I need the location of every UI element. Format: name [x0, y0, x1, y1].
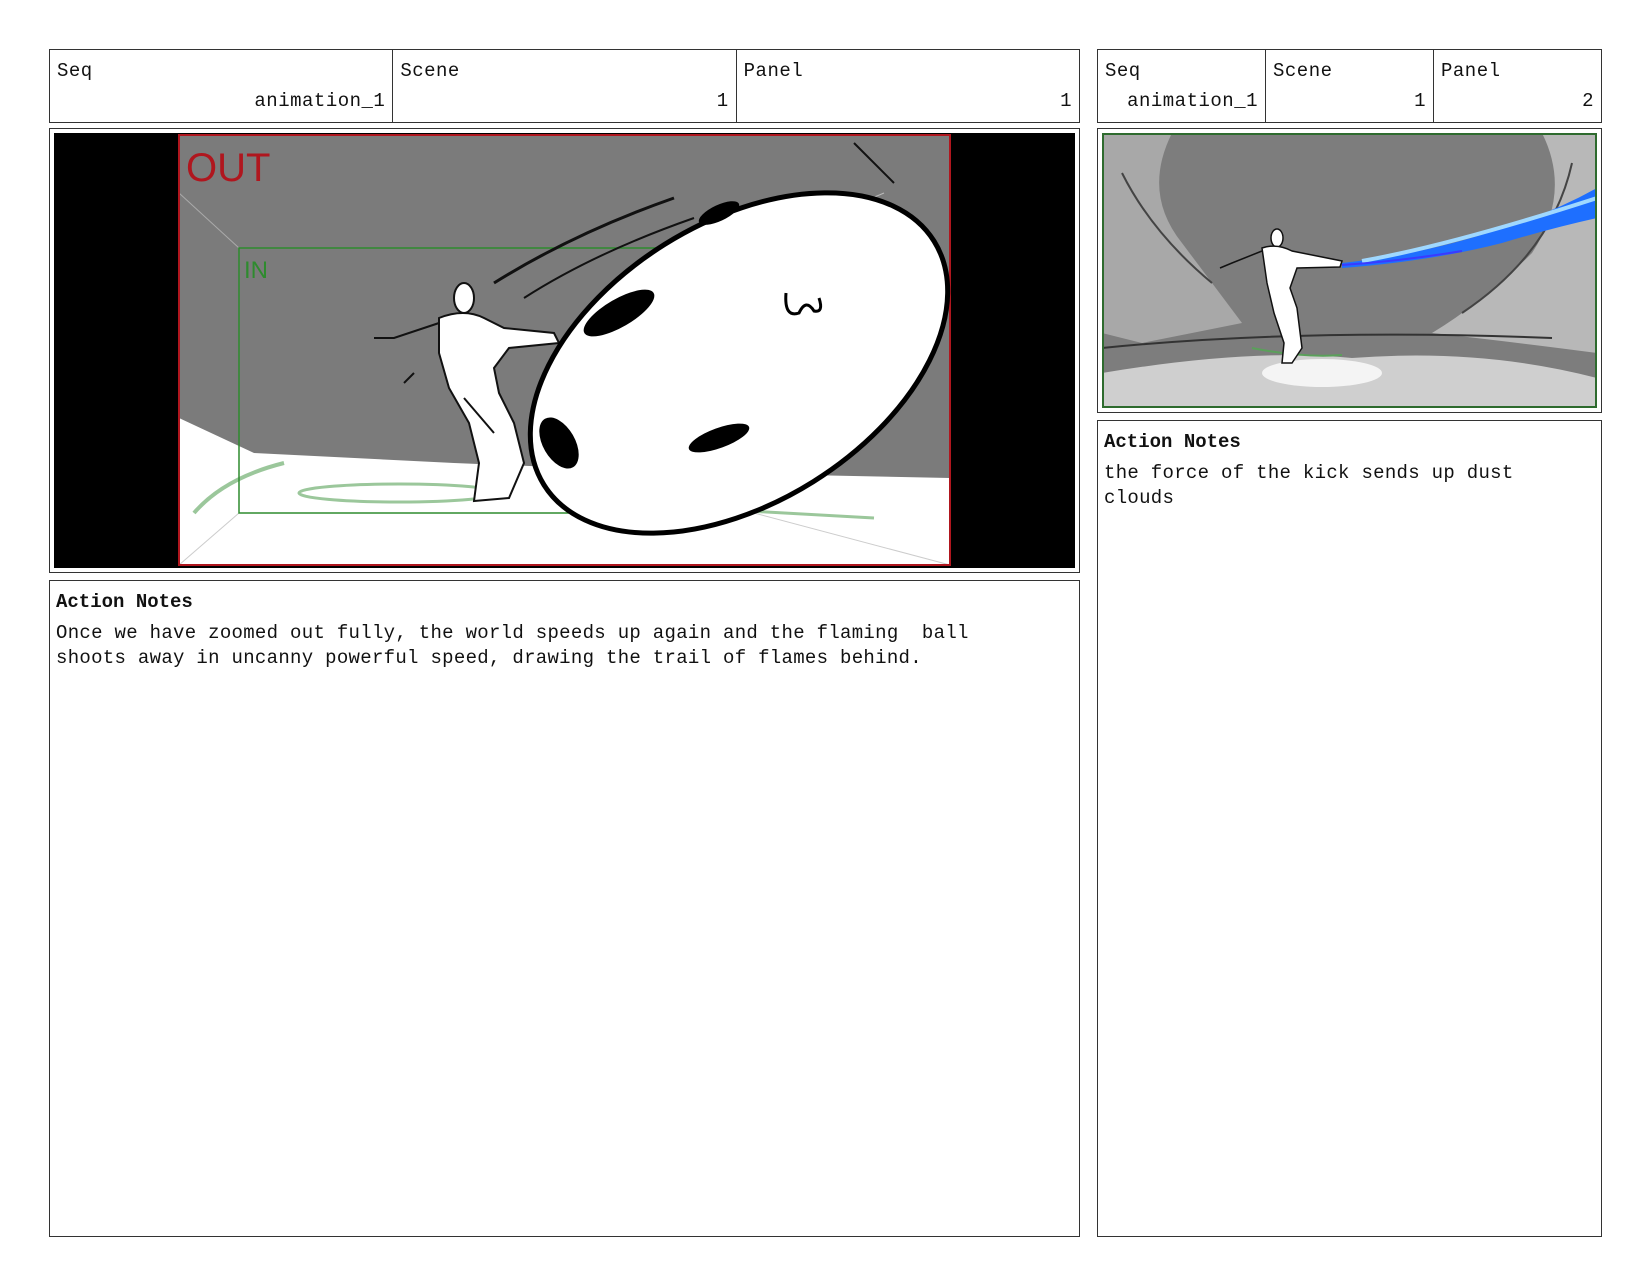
scene-label: Scene — [400, 60, 460, 82]
panel-1-notes: Action Notes Once we have zoomed out ful… — [49, 580, 1080, 1237]
panel-cell: Panel 2 — [1434, 50, 1601, 122]
action-notes-title: Action Notes — [56, 591, 193, 613]
seq-cell: Seq animation_1 — [50, 50, 394, 122]
scene-label: Scene — [1273, 60, 1333, 82]
panel-2-sketch — [1102, 133, 1597, 408]
scene-value: 1 — [1414, 90, 1426, 112]
seq-label: Seq — [1105, 60, 1141, 82]
panel-cell: Panel 1 — [737, 50, 1079, 122]
seq-label: Seq — [57, 60, 93, 82]
scene-cell: Scene 1 — [1266, 50, 1434, 122]
scene-cell: Scene 1 — [393, 50, 737, 122]
panel-value: 1 — [1060, 90, 1072, 112]
panel-2-notes: Action Notes the force of the kick sends… — [1097, 420, 1602, 1237]
panel-1-sketch: OUT IN — [54, 133, 1075, 568]
action-notes-text: Once we have zoomed out fully, the world… — [56, 622, 969, 669]
panel-1-header: Seq animation_1 Scene 1 Panel 1 — [49, 49, 1080, 123]
panel-2-image-frame — [1097, 128, 1602, 413]
action-notes-text: the force of the kick sends up dust clou… — [1104, 462, 1514, 509]
panel-label: Panel — [743, 60, 804, 82]
panel-2-header: Seq animation_1 Scene 1 Panel 2 — [1097, 49, 1602, 123]
scene-value: 1 — [716, 90, 729, 112]
panel-label: Panel — [1441, 60, 1501, 82]
out-frame-label: OUT — [186, 146, 270, 190]
in-frame-label: IN — [244, 257, 268, 284]
panel-1-image-frame: OUT IN — [49, 128, 1080, 573]
action-notes-title: Action Notes — [1104, 431, 1241, 453]
seq-value: animation_1 — [1127, 90, 1258, 112]
seq-cell: Seq animation_1 — [1098, 50, 1266, 122]
panel-value: 2 — [1582, 90, 1594, 112]
seq-value: animation_1 — [254, 90, 386, 112]
